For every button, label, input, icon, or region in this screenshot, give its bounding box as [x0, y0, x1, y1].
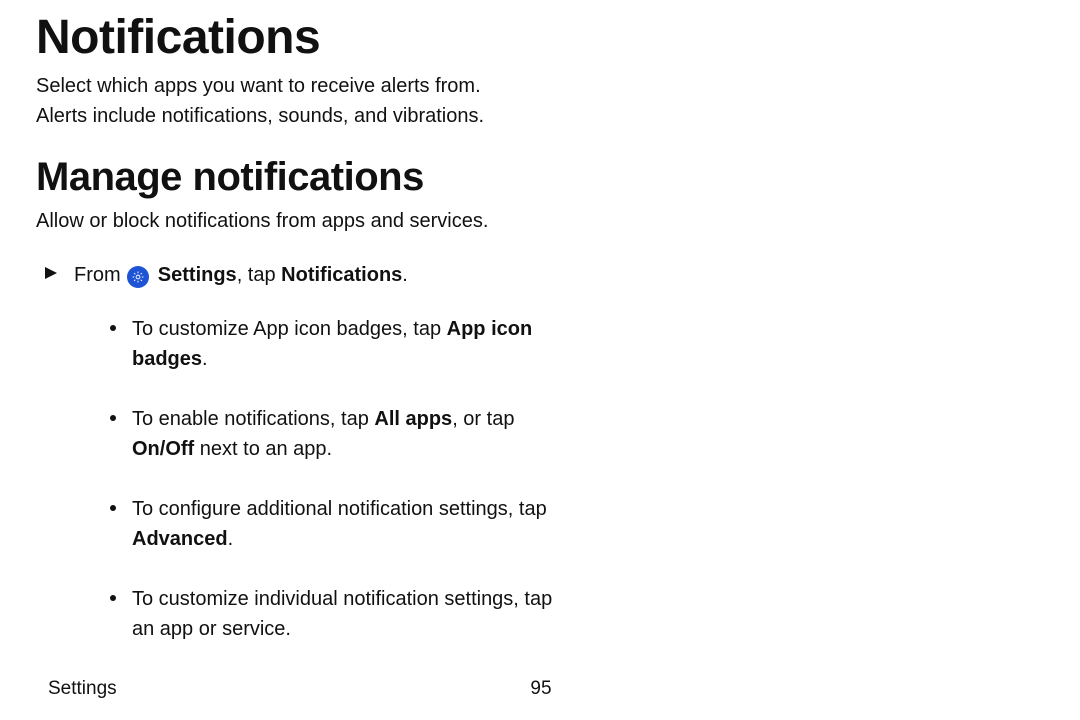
- sub-bullet-list: To customize App icon badges, tap App ic…: [106, 314, 576, 644]
- list-item: To customize App icon badges, tap App ic…: [106, 314, 576, 374]
- bullet-text: .: [228, 528, 234, 550]
- bullet-bold: On/Off: [132, 438, 194, 460]
- step-suffix: .: [402, 264, 408, 286]
- list-item: To enable notifications, tap All apps, o…: [106, 404, 576, 464]
- step-text: From Settings, tap Notification: [74, 260, 594, 290]
- bullet-text: To customize individual notification set…: [132, 588, 552, 640]
- bullet-bold: All apps: [374, 408, 452, 430]
- play-arrow-icon: [44, 266, 58, 280]
- bullet-text: To customize App icon badges, tap: [132, 318, 447, 340]
- page-title: Notifications: [36, 10, 1034, 65]
- section-title: Manage notifications: [36, 155, 1034, 200]
- footer-section-label: Settings: [48, 678, 117, 700]
- intro-text-1-line-2: Alerts include notifications, sounds, an…: [36, 101, 576, 131]
- step-prefix: From: [74, 264, 126, 286]
- step-middle: , tap: [237, 264, 281, 286]
- bullet-bold: Advanced: [132, 528, 228, 550]
- list-item: To customize individual notification set…: [106, 584, 576, 644]
- bullet-text: .: [202, 348, 208, 370]
- step-row: From Settings, tap Notification: [36, 260, 1034, 290]
- notifications-label: Notifications: [281, 264, 402, 286]
- manual-page: Notifications Select which apps you want…: [0, 0, 1080, 720]
- bullet-text: , or tap: [452, 408, 514, 430]
- settings-label: Settings: [158, 264, 237, 286]
- page-footer: Settings 95: [48, 678, 1034, 700]
- footer-page-number: 95: [530, 678, 551, 700]
- settings-gear-icon: [127, 266, 149, 288]
- intro-text-2: Allow or block notifications from apps a…: [36, 206, 576, 236]
- bullet-text: To enable notifications, tap: [132, 408, 374, 430]
- list-item: To configure additional notification set…: [106, 494, 576, 554]
- bullet-text: To configure additional notification set…: [132, 498, 547, 520]
- bullet-text: next to an app.: [194, 438, 332, 460]
- intro-text-1-line-1: Select which apps you want to receive al…: [36, 71, 576, 101]
